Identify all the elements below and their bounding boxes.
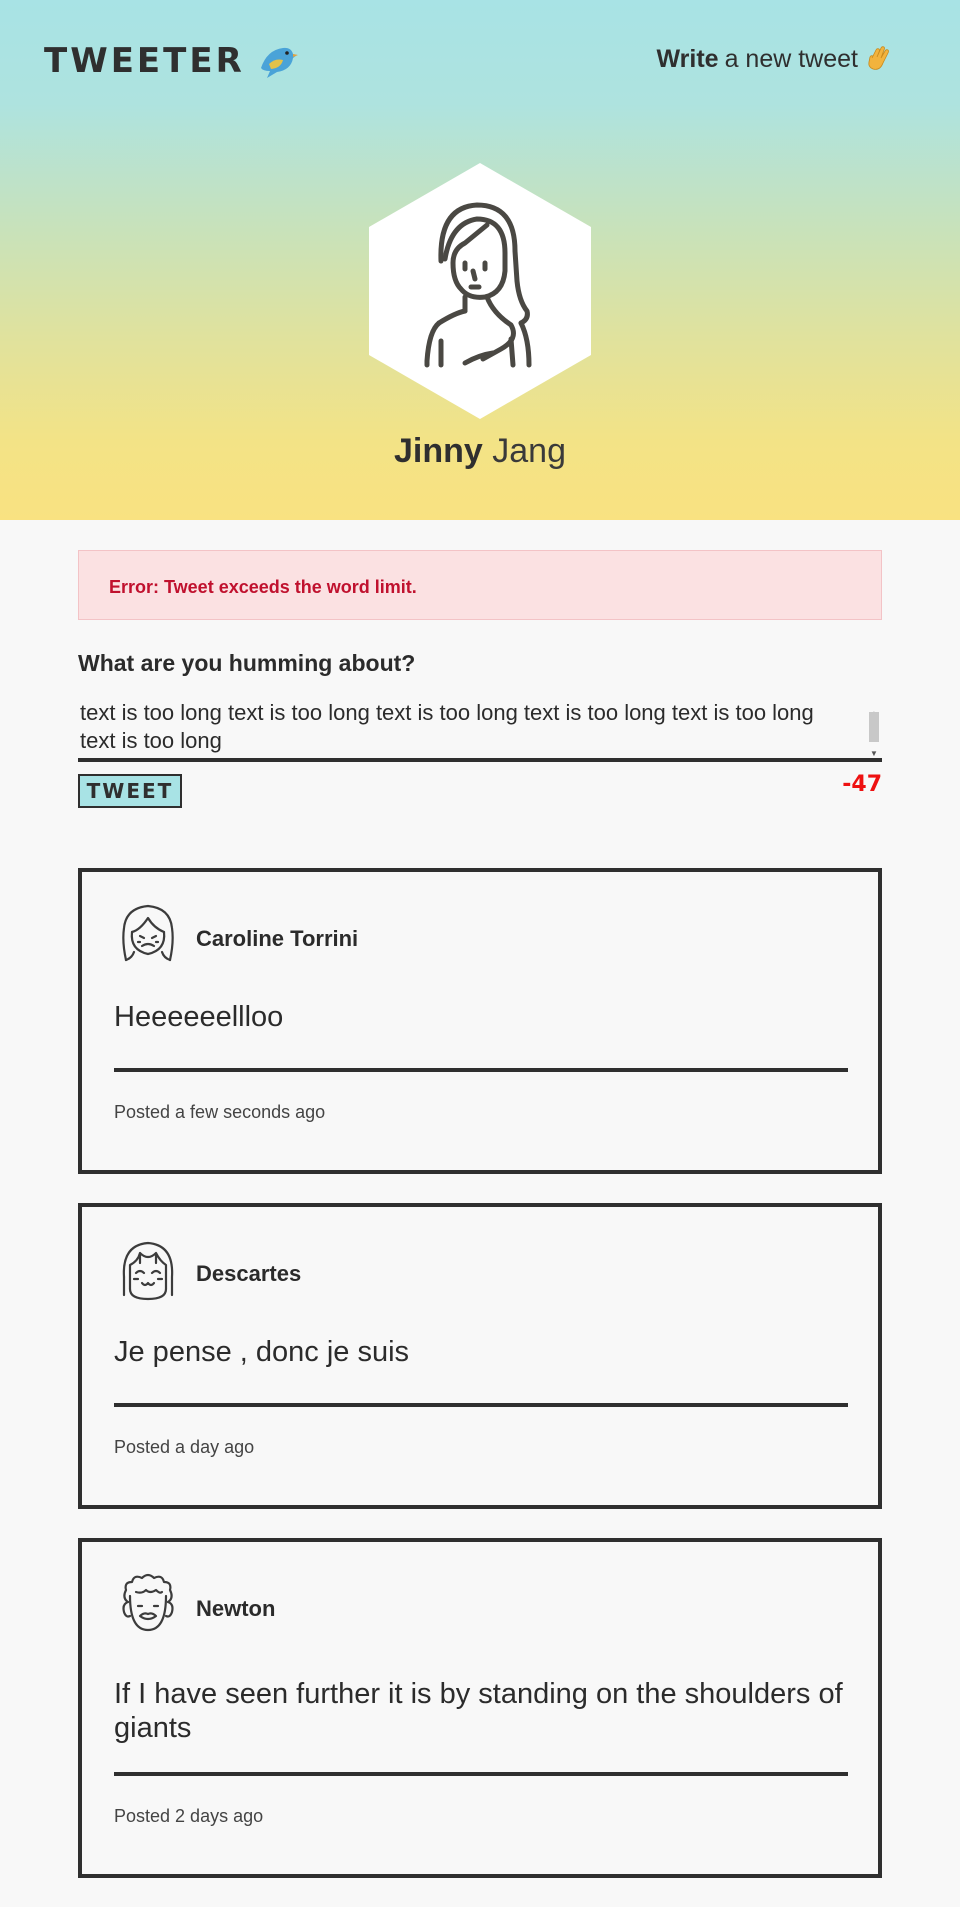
waving-hand-icon [868, 46, 889, 70]
tweet-card: Descartes Je pense , donc je suis Posted… [78, 1203, 882, 1509]
tweet-author[interactable]: Caroline Torrini [196, 926, 358, 952]
write-rest-label: a new tweet [724, 44, 858, 73]
write-bold-label: Write [656, 44, 719, 73]
profile-name: Jinny Jang [0, 432, 960, 471]
scroll-thumb[interactable] [869, 712, 879, 742]
brand-logo[interactable]: TWEETER [44, 38, 299, 84]
profile-last-name: Jang [492, 432, 566, 470]
textarea-scrollbar[interactable]: ▲ ▼ [868, 700, 880, 758]
tweet-divider [114, 1403, 848, 1407]
tweet-textarea[interactable]: text is too long text is too long text i… [78, 692, 882, 762]
tweet-divider [114, 1068, 848, 1072]
tweet-text: Heeeeeellloo [114, 1001, 284, 1033]
tweet-text: If I have seen further it is by standing… [114, 1678, 843, 1744]
write-new-tweet-link[interactable]: Write a new tweet [657, 44, 894, 74]
tweet-divider [114, 1772, 848, 1776]
curly-hair-avatar-icon [122, 1573, 174, 1632]
tweet-textarea-value: text is too long text is too long text i… [80, 700, 814, 753]
profile-first-name: Jinny [394, 432, 483, 470]
tweet-timestamp: Posted a day ago [114, 1437, 255, 1457]
tweet-card: Caroline Torrini Heeeeeellloo Posted a f… [78, 868, 882, 1174]
profile-avatar [369, 163, 591, 419]
character-counter: -47 [842, 772, 882, 797]
tweet-submit-button[interactable]: TWEET [78, 774, 182, 808]
bird-icon [260, 47, 298, 78]
tweet-author[interactable]: Descartes [196, 1261, 301, 1287]
tweet-card: Newton If I have seen further it is by s… [78, 1538, 882, 1878]
tweet-timestamp: Posted a few seconds ago [114, 1102, 326, 1122]
girl-avatar-icon [122, 904, 174, 962]
tweet-text: Je pense , donc je suis [114, 1336, 410, 1368]
error-message: Error: Tweet exceeds the word limit. [109, 577, 417, 597]
error-alert: Error: Tweet exceeds the word limit. [78, 550, 882, 620]
scroll-down-arrow-icon[interactable]: ▼ [870, 740, 878, 758]
profile-header: TWEETER Write a new tweet Jinny Jang [0, 0, 960, 520]
compose-label: What are you humming about? [78, 650, 416, 676]
tweet-timestamp: Posted 2 days ago [114, 1806, 264, 1826]
tweet-author[interactable]: Newton [196, 1596, 275, 1622]
brand-name: TWEETER [44, 41, 245, 81]
bangs-girl-avatar-icon [122, 1241, 174, 1301]
